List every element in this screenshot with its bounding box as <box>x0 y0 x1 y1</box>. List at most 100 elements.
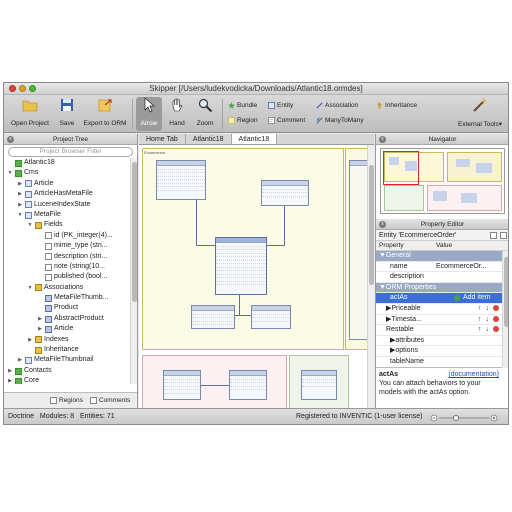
zoom-tool-button[interactable]: Zoom <box>192 97 218 131</box>
up-arrow-icon[interactable]: ↑ <box>478 326 482 333</box>
property-row[interactable]: actAs Add item <box>376 293 508 304</box>
property-value[interactable] <box>436 283 508 293</box>
tree-item[interactable]: ▶ Article <box>4 324 130 334</box>
property-value[interactable] <box>436 357 508 367</box>
property-row[interactable]: tableName <box>376 357 508 368</box>
property-value[interactable] <box>436 346 508 356</box>
tree-item[interactable]: ▶ Article <box>4 179 130 189</box>
tree-item[interactable]: published (bool... <box>4 272 130 282</box>
tree-scrollbar[interactable] <box>130 158 137 384</box>
expand-triangle-icon[interactable]: ▶ <box>7 366 13 376</box>
property-row[interactable]: ▶attributes <box>376 336 508 347</box>
property-value[interactable]: ↑ ↓ <box>436 325 508 335</box>
comment-tool-button[interactable]: Comment <box>268 115 305 125</box>
tree-item[interactable]: ▼ Cms <box>4 168 130 178</box>
canvas-scroll-thumb[interactable] <box>369 165 374 285</box>
region-tool-button[interactable]: Region <box>228 115 258 125</box>
down-arrow-icon[interactable]: ↓ <box>486 326 490 333</box>
expand-triangle-icon[interactable]: ▶ <box>7 376 13 384</box>
entity-box[interactable] <box>156 160 206 200</box>
property-scroll-thumb[interactable] <box>504 257 508 327</box>
tree-item[interactable]: note (string(10... <box>4 262 130 272</box>
expand-triangle-icon[interactable]: ▶ <box>17 179 23 189</box>
tree-item[interactable]: ▶ AbstractProduct <box>4 314 130 324</box>
tree-item[interactable]: ▶ MetaFileThumbnail <box>4 355 130 365</box>
save-button[interactable]: Save <box>54 97 80 131</box>
property-row[interactable]: ▶Timesta... ↑ ↓ <box>376 315 508 326</box>
up-arrow-icon[interactable]: ↑ <box>478 316 482 323</box>
navigator-minimap[interactable] <box>380 148 505 214</box>
external-tools-button[interactable]: External Tools▾ <box>456 97 504 131</box>
property-row[interactable]: Restable ↑ ↓ <box>376 325 508 336</box>
diagram-canvas[interactable]: Ecommerce <box>139 145 374 408</box>
property-value[interactable]: ↑ ↓ <box>436 315 508 325</box>
add-item-icon[interactable] <box>454 294 460 301</box>
association-line[interactable] <box>284 205 285 245</box>
property-value[interactable] <box>436 272 508 282</box>
hand-tool-button[interactable]: Hand <box>164 97 190 131</box>
tab-atlantic18[interactable]: Atlantic18 <box>186 134 232 144</box>
project-filter-input[interactable]: Project Browser Filter <box>8 147 133 157</box>
entity-box[interactable] <box>163 370 201 400</box>
tree-item[interactable]: ▼ MetaFile <box>4 210 130 220</box>
collapse-triangle-icon[interactable]: ▼ <box>27 283 33 293</box>
property-value[interactable]: ↑ ↓ <box>436 304 508 314</box>
tree-item[interactable]: ▶ LuceneIndexState <box>4 200 130 210</box>
remove-icon[interactable] <box>493 326 499 333</box>
expand-triangle-icon[interactable]: ▶ <box>27 335 33 345</box>
property-row[interactable]: ▶options <box>376 346 508 357</box>
comments-checkbox[interactable]: Comments <box>90 397 130 404</box>
collapse-triangle-icon[interactable]: ▼ <box>7 168 13 178</box>
collapse-triangle-icon[interactable]: ▼ <box>17 210 23 220</box>
tree-item[interactable]: mime_type (stri... <box>4 241 130 251</box>
add-item-button[interactable]: Add item <box>463 294 491 301</box>
expand-triangle-icon[interactable]: ▶ <box>17 200 23 210</box>
entity-box[interactable] <box>301 370 337 400</box>
collapse-triangle-icon[interactable]: ▼ <box>27 220 33 230</box>
close-pane-icon[interactable]: x <box>7 136 14 143</box>
options-icon[interactable] <box>500 232 507 239</box>
property-value[interactable]: Add item <box>436 293 508 303</box>
tree-item[interactable]: MetaFileThumb... <box>4 293 130 303</box>
property-row[interactable]: description <box>376 272 508 283</box>
tree-item[interactable]: description (stri... <box>4 252 130 262</box>
open-project-button[interactable]: Open Project <box>8 97 52 131</box>
property-value[interactable] <box>436 251 508 261</box>
regions-checkbox-box[interactable] <box>50 397 57 404</box>
tree-item[interactable]: Atlantic18 <box>4 158 130 168</box>
property-group-row[interactable]: ▼General <box>376 251 508 262</box>
entity-box[interactable] <box>251 305 291 329</box>
tab-atlantic18-active[interactable]: Atlantic18 <box>231 134 278 144</box>
association-line[interactable] <box>201 385 229 386</box>
tree-item[interactable]: Product <box>4 303 130 313</box>
expand-triangle-icon[interactable]: ▶ <box>17 189 23 199</box>
entity-box[interactable] <box>191 305 235 329</box>
down-arrow-icon[interactable]: ↓ <box>486 305 490 312</box>
property-scrollbar[interactable] <box>502 251 508 367</box>
property-value[interactable]: EcommerceOr... <box>436 262 508 272</box>
expand-triangle-icon[interactable]: ▶ <box>37 314 43 324</box>
close-pane-icon[interactable]: x <box>379 136 386 143</box>
association-tool-button[interactable]: Association <box>316 100 358 110</box>
property-row[interactable]: ▶Priceable ↑ ↓ <box>376 304 508 315</box>
tree-scroll-thumb[interactable] <box>132 162 137 302</box>
help-icon[interactable] <box>490 232 497 239</box>
entity-box[interactable] <box>261 180 309 206</box>
tab-home[interactable]: Home Tab <box>139 134 186 144</box>
export-to-orm-button[interactable]: Export to ORM <box>82 97 128 131</box>
tree-item[interactable]: ▼ Associations <box>4 283 130 293</box>
up-arrow-icon[interactable]: ↑ <box>478 305 482 312</box>
close-pane-icon[interactable]: x <box>379 221 386 228</box>
expand-triangle-icon[interactable]: ▶ <box>37 324 43 334</box>
bundle-tool-button[interactable]: Bundle <box>228 100 257 110</box>
documentation-link[interactable]: (documentation) <box>448 370 499 379</box>
entity-box-selected[interactable] <box>215 237 267 295</box>
tree-item[interactable]: id (PK_integer(4)... <box>4 231 130 241</box>
property-value[interactable] <box>436 336 508 346</box>
tree-item[interactable]: ▶ ArticleHasMetaFile <box>4 189 130 199</box>
association-line[interactable] <box>239 295 240 315</box>
tree-item[interactable]: ▼ Fields <box>4 220 130 230</box>
many-to-many-tool-button[interactable]: ManyToMany <box>316 115 364 125</box>
minimap-viewport[interactable] <box>383 151 419 185</box>
property-row[interactable]: name EcommerceOr... <box>376 262 508 273</box>
